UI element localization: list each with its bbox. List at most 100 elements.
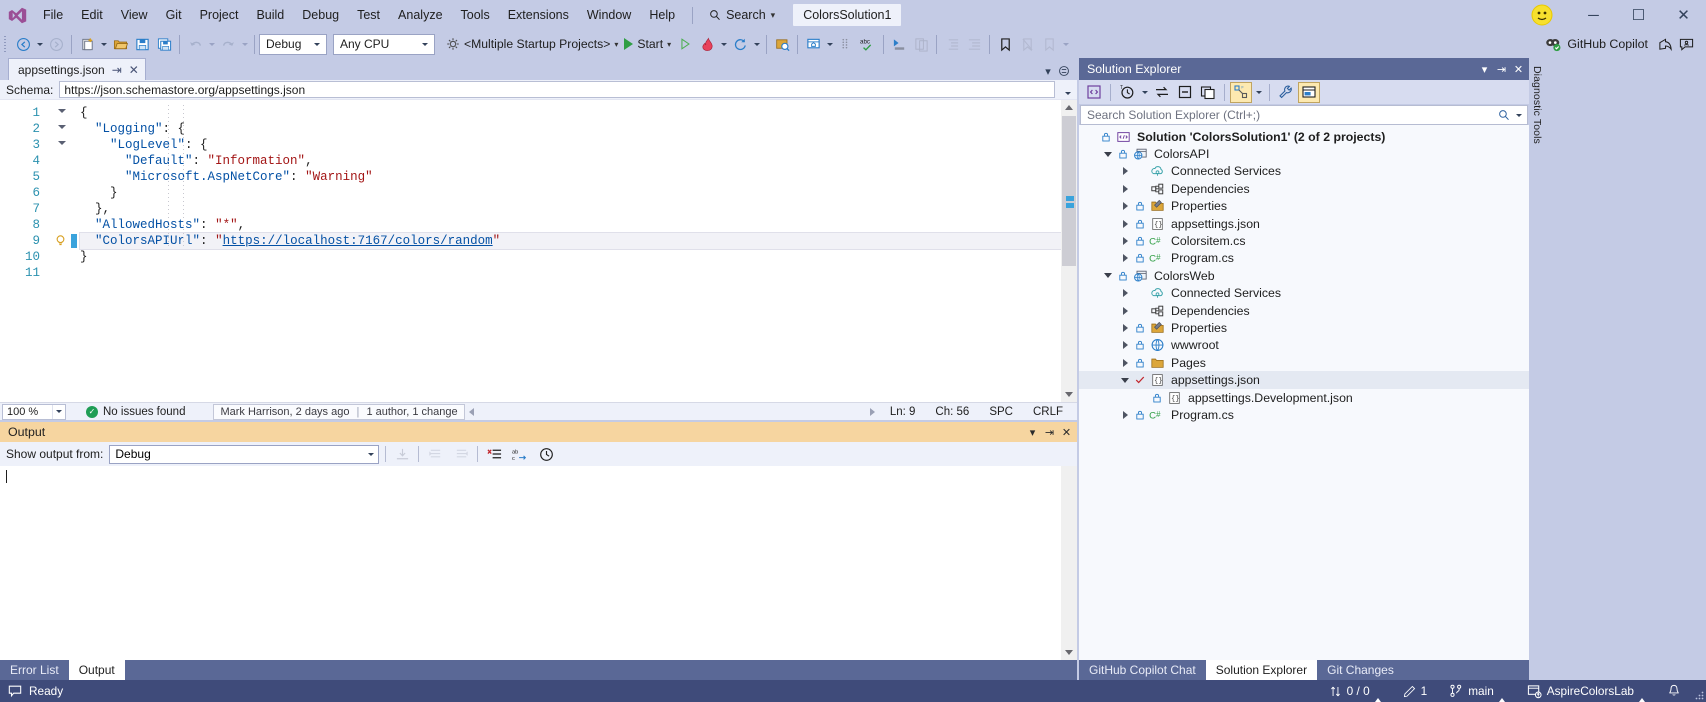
tree-item-wwwroot[interactable]: wwwroot [1079,337,1529,354]
line-indicator[interactable] [46,105,80,121]
find-message-button[interactable] [392,444,412,464]
comment-button[interactable] [910,33,932,55]
close-tab-icon[interactable]: ✕ [129,63,139,77]
next-bookmark-button[interactable] [1038,33,1060,55]
resize-grip[interactable] [1692,680,1706,702]
decrease-indent-button[interactable] [963,33,985,55]
search-options-dropdown-icon[interactable] [1513,114,1525,117]
menu-debug[interactable]: Debug [293,0,348,30]
clear-all-button[interactable] [484,444,504,464]
menu-tools[interactable]: Tools [452,0,499,30]
expand-chevron-icon[interactable] [1119,237,1131,245]
pending-edits[interactable]: 1 [1392,680,1439,702]
output-vertical-scrollbar[interactable] [1061,466,1077,660]
pending-changes-dropdown[interactable] [1139,82,1150,103]
navigate-backward-button[interactable] [12,33,34,55]
code-line[interactable] [80,265,1061,281]
code-editor-surface[interactable]: 1234567891011 { "Logging": { "LogLevel":… [0,100,1061,402]
hot-reload-button[interactable] [696,33,718,55]
expand-chevron-icon[interactable] [1119,185,1131,193]
line-ending-indicator[interactable]: CRLF [1023,406,1073,418]
code-line[interactable]: "Logging": { [80,121,1061,137]
close-button[interactable]: ✕ [1661,0,1706,30]
search-solution-input[interactable] [1087,108,1495,122]
line-indicator[interactable] [46,185,80,201]
solution-explorer-search[interactable] [1080,105,1528,125]
indent-guides-button[interactable] [835,33,857,55]
pending-changes-icon[interactable]: T [1116,82,1138,103]
tree-item-program-cs[interactable]: C#Program.cs [1079,406,1529,423]
schema-dropdown-icon[interactable] [1061,81,1075,98]
line-indicator[interactable] [46,169,80,185]
toolbar-overflow-button[interactable] [1060,33,1071,55]
toolbar-grip[interactable] [4,35,12,53]
undo-dropdown[interactable] [206,33,217,55]
start-without-debugging-button[interactable] [674,33,696,55]
menu-edit[interactable]: Edit [72,0,112,30]
code-line[interactable]: { [80,105,1061,121]
restart-button[interactable] [729,33,751,55]
scrollbar-thumb[interactable] [1062,116,1076,266]
output-content-area[interactable] [0,466,1077,660]
maximize-button[interactable]: ☐ [1616,0,1661,30]
expand-chevron-icon[interactable] [1119,341,1131,349]
copilot-status[interactable]: GitHub Copilot [1545,36,1702,52]
tab-solution-explorer[interactable]: Solution Explorer [1206,660,1317,680]
se-close-icon[interactable]: ✕ [1510,59,1527,79]
indentation-indicator[interactable]: SPC [979,406,1023,418]
collapse-chevron-icon[interactable] [1119,378,1131,383]
issues-indicator[interactable]: ✓ No issues found [86,406,185,418]
zoom-level-combo[interactable]: 100 % [2,404,66,420]
expand-chevron-icon[interactable] [1119,254,1131,262]
se-pin-icon[interactable]: ⇥ [1493,59,1510,79]
tree-item-appsettings-json[interactable]: {}appsettings.json [1079,215,1529,232]
tree-item-dependencies[interactable]: Dependencies [1079,302,1529,319]
line-indicator[interactable] [46,153,80,169]
diagnostic-tools-strip[interactable]: Diagnostic Tools [1529,58,1545,680]
show-all-files-icon[interactable] [1197,82,1219,103]
restart-dropdown[interactable] [751,33,762,55]
git-blame-info[interactable]: Mark Harrison, 2 days ago | 1 author, 1 … [213,404,464,420]
toggle-word-wrap-button[interactable]: abc [510,444,530,464]
source-control-sync[interactable]: 0 / 0 [1318,680,1392,702]
hot-reload-dropdown[interactable] [718,33,729,55]
sync-with-active-document-icon[interactable] [1151,82,1173,103]
solution-configuration-combo[interactable]: Debug [259,34,327,55]
spell-check-button[interactable]: abc [857,33,879,55]
output-scroll-down-icon[interactable] [1065,650,1073,655]
code-line[interactable]: "LogLevel": { [80,137,1061,153]
expand-chevron-icon[interactable] [1119,359,1131,367]
line-indicator[interactable] [46,249,80,265]
notifications-button[interactable] [1656,680,1692,702]
tree-item-connected-services[interactable]: Connected Services [1079,285,1529,302]
undo-button[interactable] [184,33,206,55]
redo-button[interactable] [217,33,239,55]
code-line[interactable]: "AllowedHosts": "*", [80,217,1061,233]
expand-chevron-icon[interactable] [1119,220,1131,228]
tree-item-colorsweb[interactable]: ColorsWeb [1079,267,1529,284]
tree-item-properties[interactable]: Properties [1079,319,1529,336]
select-element-button[interactable] [771,33,793,55]
global-search[interactable]: Search ▾ [701,4,783,26]
document-tab-appsettings[interactable]: appsettings.json ⇥ ✕ [8,58,146,80]
new-project-button[interactable] [76,33,98,55]
new-project-dropdown[interactable] [98,33,109,55]
lightbulb-icon[interactable] [54,234,67,247]
code-text-area[interactable]: { "Logging": { "LogLevel": { "Default": … [80,100,1061,402]
tree-item-program-cs[interactable]: C#Program.cs [1079,250,1529,267]
line-indicator[interactable] [46,265,80,281]
code-line[interactable]: } [80,185,1061,201]
view-class-diagram-dropdown[interactable] [1253,82,1264,103]
tree-item-appsettings-development-json[interactable]: {}appsettings.Development.json [1079,389,1529,406]
output-close-icon[interactable]: ✕ [1058,423,1075,441]
navigate-backward-dropdown[interactable] [34,33,45,55]
tab-output[interactable]: Output [69,660,125,680]
redo-dropdown[interactable] [239,33,250,55]
line-indicator[interactable] [46,137,80,153]
code-line[interactable]: "Microsoft.AspNetCore": "Warning" [80,169,1061,185]
menu-build[interactable]: Build [247,0,293,30]
code-line[interactable]: "Default": "Information", [80,153,1061,169]
properties-icon[interactable] [1275,82,1297,103]
code-line[interactable]: "ColorsAPIUrl": "https://localhost:7167/… [80,233,1061,249]
menu-project[interactable]: Project [191,0,248,30]
